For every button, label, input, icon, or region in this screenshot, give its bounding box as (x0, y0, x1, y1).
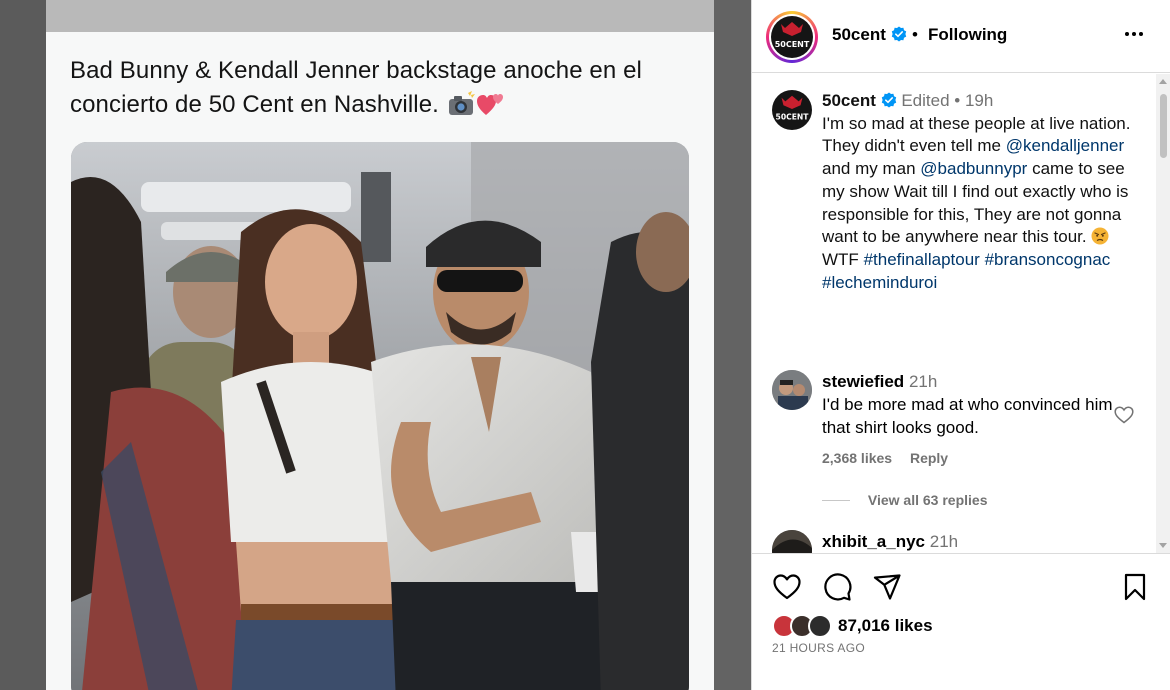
caption-body: I'm so mad at these people at live natio… (822, 113, 1142, 295)
caption-text-2: and my man (822, 159, 916, 179)
caption-avatar[interactable]: 50CENT (772, 90, 812, 130)
stag-logo-icon: 50CENT (775, 22, 810, 49)
avatar-image (772, 530, 812, 553)
svg-text:50CENT: 50CENT (775, 40, 810, 49)
camera-flash-icon (448, 91, 475, 115)
comment-item: xhibit_a_nyc 21h (822, 532, 958, 552)
comments-list[interactable]: 50CENT 50cent Edited • 19h I'm so mad at… (752, 74, 1170, 553)
comment-time[interactable]: 21h (930, 532, 958, 551)
two-hearts-icon (476, 94, 503, 115)
post-media: Bad Bunny & Kendall Jenner backstage ano… (0, 0, 751, 690)
mention-link[interactable]: @badbunnypr (920, 159, 1027, 178)
media-backdrop-right (714, 0, 751, 690)
avatar-image: 50CENT (771, 16, 813, 58)
comment-username[interactable]: stewiefied (822, 372, 904, 391)
scroll-down-arrow-icon[interactable] (1159, 543, 1167, 548)
author-username-text: 50cent (832, 25, 886, 44)
photo-scene (71, 142, 689, 690)
header-separator: • (912, 25, 918, 44)
bookmark-icon[interactable] (1120, 572, 1150, 602)
author-username[interactable]: 50cent (832, 25, 907, 45)
share-icon[interactable] (872, 572, 902, 602)
hashtag-link[interactable]: #bransoncognac (985, 250, 1111, 269)
author-avatar[interactable]: 50CENT (766, 11, 818, 63)
tweet-text: Bad Bunny & Kendall Jenner backstage ano… (70, 54, 690, 122)
post-details-panel: 50CENT 50cent • Following 50CENT 50cent … (751, 0, 1170, 690)
comment-actions: 2,368 likes Reply (822, 450, 948, 466)
tweet-screenshot: Bad Bunny & Kendall Jenner backstage ano… (46, 32, 714, 690)
comment-username[interactable]: xhibit_a_nyc (822, 532, 925, 551)
comment-time[interactable]: 21h (909, 372, 937, 391)
tweet-text-body: Bad Bunny & Kendall Jenner backstage ano… (70, 57, 642, 118)
replies-divider-line (822, 500, 850, 501)
reply-button[interactable]: Reply (910, 450, 948, 466)
hashtag-link[interactable]: #thefinallaptour (864, 250, 980, 269)
comment-like-heart-icon[interactable] (1114, 406, 1134, 424)
post-header: 50CENT 50cent • Following (752, 0, 1170, 73)
verified-badge-icon (881, 92, 896, 108)
media-backdrop-left (0, 0, 46, 690)
media-top-strip (46, 0, 714, 32)
comment-icon[interactable] (822, 572, 852, 602)
view-replies-text: View all 63 replies (867, 492, 988, 508)
scrollbar-thumb[interactable] (1160, 94, 1167, 158)
stag-logo-icon: 50CENT (776, 95, 810, 122)
mention-link[interactable]: @kendalljenner (1006, 136, 1124, 155)
post-timestamp[interactable]: 21 HOURS AGO (772, 641, 865, 655)
angry-face-icon (1091, 227, 1109, 245)
comment-text: I'd be more mad at who convinced him tha… (822, 395, 1113, 437)
view-replies-button[interactable]: View all 63 replies (822, 492, 988, 508)
svg-text:50CENT: 50CENT (776, 113, 810, 122)
liker-avatar (808, 614, 832, 638)
commenter-avatar[interactable] (772, 530, 812, 553)
comment-item: stewiefied 21h I'd be more mad at who co… (822, 370, 1122, 439)
caption-edited-label: Edited (901, 91, 950, 110)
commenter-avatar[interactable] (772, 370, 812, 410)
avatar-ring-inner: 50CENT (769, 14, 815, 60)
heart-icon[interactable] (772, 572, 802, 602)
following-button[interactable]: Following (928, 25, 1007, 45)
hashtag-link[interactable]: #lecheminduroi (822, 273, 937, 292)
caption-time[interactable]: 19h (965, 91, 993, 110)
comments-scrollbar[interactable] (1156, 74, 1170, 553)
post-caption: 50cent Edited • 19h I'm so mad at these … (822, 90, 1142, 294)
comment-likes-count[interactable]: 2,368 likes (822, 450, 892, 466)
more-options-icon[interactable] (1120, 24, 1148, 44)
backstage-photo (71, 142, 689, 690)
verified-badge-icon (891, 26, 906, 42)
caption-separator: • (954, 91, 961, 110)
caption-username[interactable]: 50cent (822, 91, 876, 110)
scroll-up-arrow-icon[interactable] (1159, 79, 1167, 84)
likes-count[interactable]: 87,016 likes (838, 616, 933, 636)
avatar-image (772, 370, 812, 410)
caption-text-4: WTF (822, 249, 859, 269)
post-footer: 87,016 likes 21 HOURS AGO (752, 553, 1170, 690)
